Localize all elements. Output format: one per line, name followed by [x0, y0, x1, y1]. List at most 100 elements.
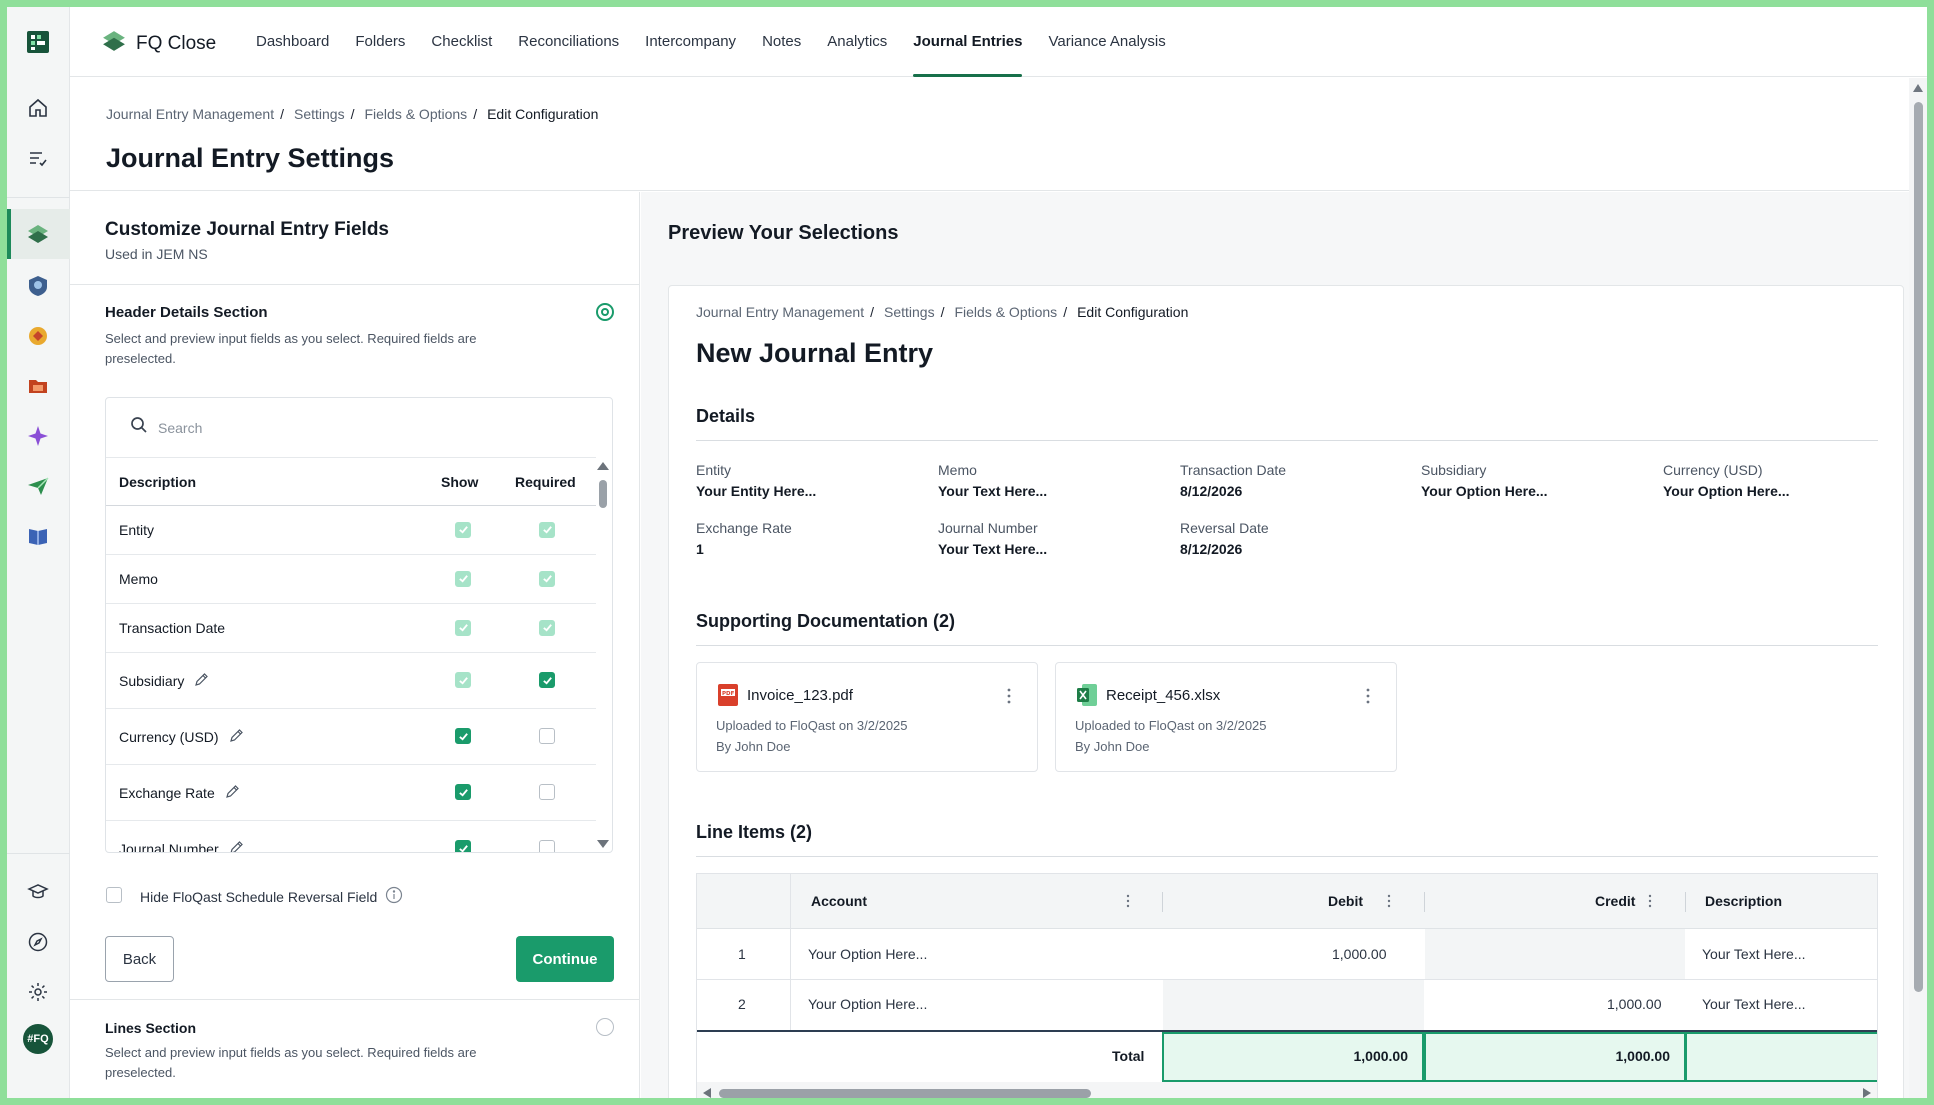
col-description[interactable]: Description — [1705, 893, 1782, 909]
scroll-right-arrow[interactable] — [1863, 1088, 1871, 1098]
lines-title: Line Items (2) — [696, 822, 813, 842]
column-menu-icon[interactable] — [1126, 894, 1130, 908]
cell-account[interactable]: Your Option Here... — [808, 946, 927, 962]
required-checkbox[interactable] — [539, 728, 555, 744]
brand-name: FQ Close — [136, 32, 217, 54]
cell-account[interactable]: Your Option Here... — [808, 996, 927, 1012]
nav-dashboard[interactable]: Dashboard — [243, 7, 342, 77]
nav-notes[interactable]: Notes — [749, 7, 814, 77]
left-rail: #FQ — [7, 7, 70, 1098]
info-icon[interactable] — [385, 886, 403, 907]
grid-header: Account Debit Credit Description — [697, 874, 1877, 929]
sparkle-icon[interactable] — [25, 423, 51, 449]
doc-name[interactable]: Receipt_456.xlsx — [1106, 687, 1220, 704]
tasks-icon[interactable] — [25, 145, 51, 171]
detail-value-currency: Your Option Here... — [1663, 483, 1790, 499]
show-checkbox[interactable] — [455, 728, 471, 744]
header-section-radio[interactable] — [596, 303, 614, 321]
floqast-logo-icon[interactable] — [25, 29, 51, 55]
preview-breadcrumb-jem[interactable]: Journal Entry Management — [696, 304, 864, 320]
detail-value-reversal-date: 8/12/2026 — [1180, 541, 1243, 557]
badge-icon[interactable] — [25, 273, 51, 299]
cell-description[interactable]: Your Text Here... — [1702, 946, 1806, 962]
nav-variance-analysis[interactable]: Variance Analysis — [1035, 7, 1178, 77]
col-debit[interactable]: Debit — [1328, 893, 1363, 909]
cell-description[interactable]: Your Text Here... — [1702, 996, 1806, 1012]
send-icon[interactable] — [25, 473, 51, 499]
home-icon[interactable] — [25, 95, 51, 121]
nav-journal-entries[interactable]: Journal Entries — [900, 7, 1035, 77]
cell-debit-empty[interactable] — [1163, 980, 1424, 1030]
kebab-menu-icon[interactable] — [1366, 688, 1370, 704]
kebab-menu-icon[interactable] — [1007, 688, 1011, 704]
doc-name[interactable]: Invoice_123.pdf — [747, 687, 853, 704]
field-row: Memo — [106, 555, 596, 604]
svg-text:PDF: PDF — [722, 691, 735, 697]
book-icon[interactable] — [25, 523, 51, 549]
excel-icon — [1077, 684, 1097, 706]
search-input[interactable]: Search — [106, 398, 596, 458]
scroll-left-arrow[interactable] — [703, 1088, 711, 1098]
grid-horizontal-scrollbar[interactable] — [697, 1082, 1877, 1098]
profile-icon[interactable]: #FQ — [23, 1024, 53, 1054]
scroll-thumb[interactable] — [599, 480, 607, 508]
nav-intercompany[interactable]: Intercompany — [632, 7, 749, 77]
pdf-icon: PDF — [718, 684, 738, 706]
doc-card[interactable]: Receipt_456.xlsx Uploaded to FloQast on … — [1055, 662, 1397, 772]
scroll-up-arrow[interactable] — [1913, 84, 1923, 92]
preview-breadcrumb-fields[interactable]: Fields & Options — [954, 304, 1057, 320]
coin-icon[interactable] — [25, 323, 51, 349]
search-icon — [130, 416, 148, 439]
close-icon[interactable] — [25, 221, 51, 247]
pencil-icon[interactable] — [225, 784, 240, 802]
col-credit[interactable]: Credit — [1595, 893, 1635, 909]
folder-icon[interactable] — [25, 373, 51, 399]
required-checkbox[interactable] — [539, 784, 555, 800]
customize-title: Customize Journal Entry Fields — [105, 219, 389, 240]
breadcrumb-settings[interactable]: Settings — [294, 106, 345, 122]
pencil-icon[interactable] — [229, 840, 244, 852]
detail-value-transaction-date: 8/12/2026 — [1180, 483, 1243, 499]
scroll-up-arrow[interactable] — [597, 462, 609, 470]
preview-breadcrumb-settings[interactable]: Settings — [884, 304, 935, 320]
field-label-text: Entity — [119, 521, 155, 538]
col-account[interactable]: Account — [811, 893, 867, 909]
column-menu-icon[interactable] — [1387, 894, 1391, 908]
scroll-thumb[interactable] — [1914, 102, 1923, 992]
learning-icon[interactable] — [25, 879, 51, 905]
back-button[interactable]: Back — [105, 936, 174, 982]
pencil-icon[interactable] — [229, 728, 244, 746]
detail-label-entity: Entity — [696, 462, 732, 478]
column-menu-icon[interactable] — [1648, 894, 1652, 908]
required-checkbox[interactable] — [539, 672, 555, 688]
continue-button[interactable]: Continue — [516, 936, 614, 982]
lines-section-radio[interactable] — [596, 1018, 614, 1036]
nav-items: Dashboard Folders Checklist Reconciliati… — [243, 7, 1179, 77]
breadcrumb-jem[interactable]: Journal Entry Management — [106, 106, 274, 122]
show-checkbox[interactable] — [455, 840, 471, 852]
required-checkbox[interactable] — [539, 840, 555, 852]
page-scrollbar[interactable] — [1909, 78, 1927, 1098]
nav-checklist[interactable]: Checklist — [418, 7, 505, 77]
nav-analytics[interactable]: Analytics — [814, 7, 900, 77]
scroll-down-arrow[interactable] — [597, 840, 609, 848]
compass-icon[interactable] — [25, 929, 51, 955]
scroll-thumb[interactable] — [719, 1089, 1091, 1098]
nav-folders[interactable]: Folders — [342, 7, 418, 77]
cell-credit[interactable]: 1,000.00 — [1607, 996, 1662, 1012]
cell-debit[interactable]: 1,000.00 — [1332, 946, 1387, 962]
breadcrumb-fields[interactable]: Fields & Options — [364, 106, 467, 122]
header-section-desc: Select and preview input fields as you s… — [105, 331, 477, 366]
brand[interactable]: FQ Close — [102, 29, 216, 58]
field-row: Entity — [106, 506, 596, 555]
doc-card[interactable]: PDF Invoice_123.pdf Uploaded to FloQast … — [696, 662, 1038, 772]
total-credit-cell: 1,000.00 — [1424, 1032, 1686, 1082]
show-checkbox[interactable] — [455, 784, 471, 800]
hide-reversal-checkbox[interactable] — [106, 887, 122, 903]
nav-reconciliations[interactable]: Reconciliations — [505, 7, 632, 77]
show-checkbox — [455, 672, 471, 688]
cell-credit-empty[interactable] — [1425, 929, 1685, 979]
gear-icon[interactable] — [25, 979, 51, 1005]
table-scrollbar[interactable] — [594, 458, 612, 852]
pencil-icon[interactable] — [194, 672, 209, 690]
